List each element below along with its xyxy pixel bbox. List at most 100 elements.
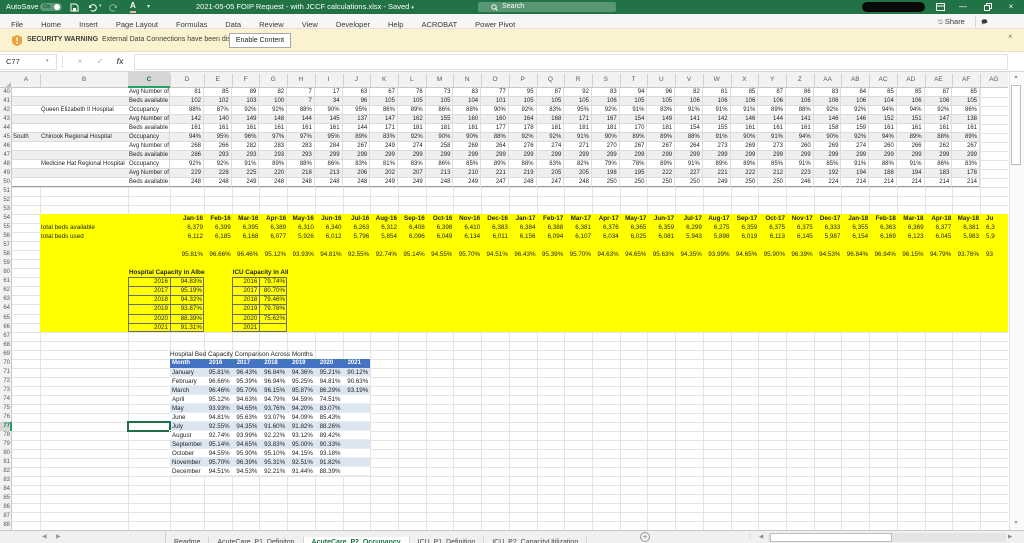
row-header-58[interactable]: 58: [0, 250, 10, 259]
grid-cell[interactable]: 100: [259, 97, 287, 106]
column-header-AE[interactable]: AE: [925, 72, 953, 88]
month-header[interactable]: Aug-17: [703, 214, 730, 223]
grid-cell[interactable]: 178: [952, 169, 980, 178]
row-header-71[interactable]: 71: [0, 368, 10, 377]
comparison-value-cell[interactable]: 94.59%: [287, 395, 313, 404]
grid-cell[interactable]: 170: [620, 124, 648, 133]
grid-cell[interactable]: 167: [592, 115, 620, 124]
summary-cell[interactable]: 95.70%: [453, 250, 480, 259]
grid-cell[interactable]: 67: [370, 88, 398, 97]
capacity-year[interactable]: 2018: [128, 295, 168, 304]
grid-cell[interactable]: 88%: [170, 106, 204, 115]
grid-cell[interactable]: 293: [287, 151, 315, 160]
summary-cell[interactable]: 6,383: [481, 223, 508, 232]
month-header[interactable]: Oct-16: [426, 214, 453, 223]
grid-cell[interactable]: 299: [398, 151, 426, 160]
summary-cell[interactable]: 94.35%: [675, 250, 702, 259]
grid-cell[interactable]: 299: [647, 151, 675, 160]
grid-cell[interactable]: 198: [592, 169, 620, 178]
comparison-value-cell[interactable]: 96.39%: [232, 458, 258, 467]
grid-cell[interactable]: 274: [537, 142, 565, 151]
grid-cell[interactable]: 91%: [232, 160, 260, 169]
grid-cell[interactable]: 299: [343, 151, 371, 160]
sheet-tab-readme[interactable]: Readme: [166, 537, 209, 543]
grid-cell[interactable]: 102: [204, 97, 232, 106]
column-header-AC[interactable]: AC: [869, 72, 897, 88]
grid-cell[interactable]: 90%: [814, 133, 842, 142]
month-header[interactable]: May-16: [287, 214, 314, 223]
grid-cell[interactable]: 89%: [731, 160, 759, 169]
grid-cell[interactable]: 78%: [620, 160, 648, 169]
vscroll-up-arrow-icon[interactable]: ▲: [1012, 74, 1020, 82]
month-header[interactable]: Nov-17: [786, 214, 813, 223]
comparison-value-cell[interactable]: 95.70%: [232, 386, 258, 395]
grid-cell[interactable]: 73: [426, 88, 454, 97]
grid-cell[interactable]: 88%: [786, 106, 814, 115]
capacity-value[interactable]: 94.32%: [170, 295, 202, 304]
comparison-value-cell[interactable]: 93.83%: [259, 440, 285, 449]
grid-cell[interactable]: 89%: [398, 106, 426, 115]
summary-cell[interactable]: 6,113: [758, 232, 785, 241]
grid-cell[interactable]: 105: [509, 97, 537, 106]
comparison-value-cell[interactable]: 94.15%: [287, 449, 313, 458]
grid-cell[interactable]: 250: [592, 178, 620, 187]
grid-cell[interactable]: 96: [343, 97, 371, 106]
summary-cell-partial[interactable]: 5,9: [986, 232, 1010, 241]
row-header-79[interactable]: 79: [0, 440, 10, 449]
capacity-year[interactable]: 2017: [232, 286, 258, 295]
summary-cell[interactable]: 6,156: [509, 232, 536, 241]
grid-cell[interactable]: 266: [897, 142, 925, 151]
grid-cell[interactable]: 246: [786, 178, 814, 187]
grid-cell[interactable]: 95%: [564, 106, 592, 115]
summary-cell[interactable]: 6,169: [869, 232, 896, 241]
grid-cell[interactable]: 194: [897, 169, 925, 178]
comparison-value-cell[interactable]: 95.63%: [232, 413, 258, 422]
grid-cell[interactable]: 92%: [204, 160, 232, 169]
splitter-dots-icon[interactable]: ⁞: [749, 531, 751, 543]
month-header[interactable]: Mar-18: [897, 214, 924, 223]
grid-cell[interactable]: 161: [897, 124, 925, 133]
comparison-value-cell[interactable]: 95.90%: [232, 449, 258, 458]
column-header-AD[interactable]: AD: [897, 72, 925, 88]
summary-cell[interactable]: 5,854: [370, 232, 397, 241]
comparison-value-cell[interactable]: 91.82%: [315, 458, 341, 467]
comparison-value-cell[interactable]: 91.60%: [259, 422, 285, 431]
row-header-47[interactable]: 47: [0, 151, 10, 160]
grid-cell[interactable]: 149: [232, 115, 260, 124]
grid-cell[interactable]: 85%: [814, 160, 842, 169]
beds-used-label[interactable]: total beds used: [41, 232, 127, 241]
metric-label[interactable]: Beds available: [129, 151, 170, 160]
row-header-44[interactable]: 44: [0, 124, 10, 133]
grid-cell[interactable]: 89%: [259, 160, 287, 169]
grid-cell[interactable]: 270: [592, 142, 620, 151]
grid-cell[interactable]: 92%: [814, 106, 842, 115]
grid-cell[interactable]: 90%: [481, 106, 509, 115]
grid-cell[interactable]: 299: [841, 151, 869, 160]
summary-cell[interactable]: 96.84%: [841, 250, 868, 259]
comparison-value-cell[interactable]: 96.15%: [259, 386, 285, 395]
summary-cell[interactable]: 6,381: [952, 223, 979, 232]
metric-label[interactable]: Beds available: [129, 124, 170, 133]
summary-cell[interactable]: 93.99%: [703, 250, 730, 259]
hscroll-left-arrow-icon[interactable]: ◀: [759, 531, 763, 543]
grid-cell[interactable]: 188: [869, 169, 897, 178]
grid-cell[interactable]: 225: [232, 169, 260, 178]
grid-cell[interactable]: 222: [731, 169, 759, 178]
grid-cell[interactable]: 89: [232, 88, 260, 97]
column-header-AG[interactable]: AG: [980, 72, 1008, 88]
comparison-value-cell[interactable]: 85.43%: [315, 413, 341, 422]
summary-cell[interactable]: 5,943: [675, 232, 702, 241]
row-header-73[interactable]: 73: [0, 386, 10, 395]
column-header-N[interactable]: N: [453, 72, 481, 88]
grid-cell[interactable]: 154: [620, 115, 648, 124]
grid-cell[interactable]: 248: [287, 178, 315, 187]
grid-cell[interactable]: 282: [232, 142, 260, 151]
grid-cell[interactable]: 249: [453, 178, 481, 187]
row-header-85[interactable]: 85: [0, 494, 10, 503]
summary-cell[interactable]: 93.76%: [952, 250, 979, 259]
comparison-value-cell[interactable]: 91.82%: [287, 422, 313, 431]
comparison-value-cell[interactable]: 88.39%: [315, 467, 341, 476]
grid-cell[interactable]: 160: [453, 115, 481, 124]
grid-cell[interactable]: 89%: [647, 133, 675, 142]
comparison-value-cell[interactable]: 95.25%: [287, 377, 313, 386]
